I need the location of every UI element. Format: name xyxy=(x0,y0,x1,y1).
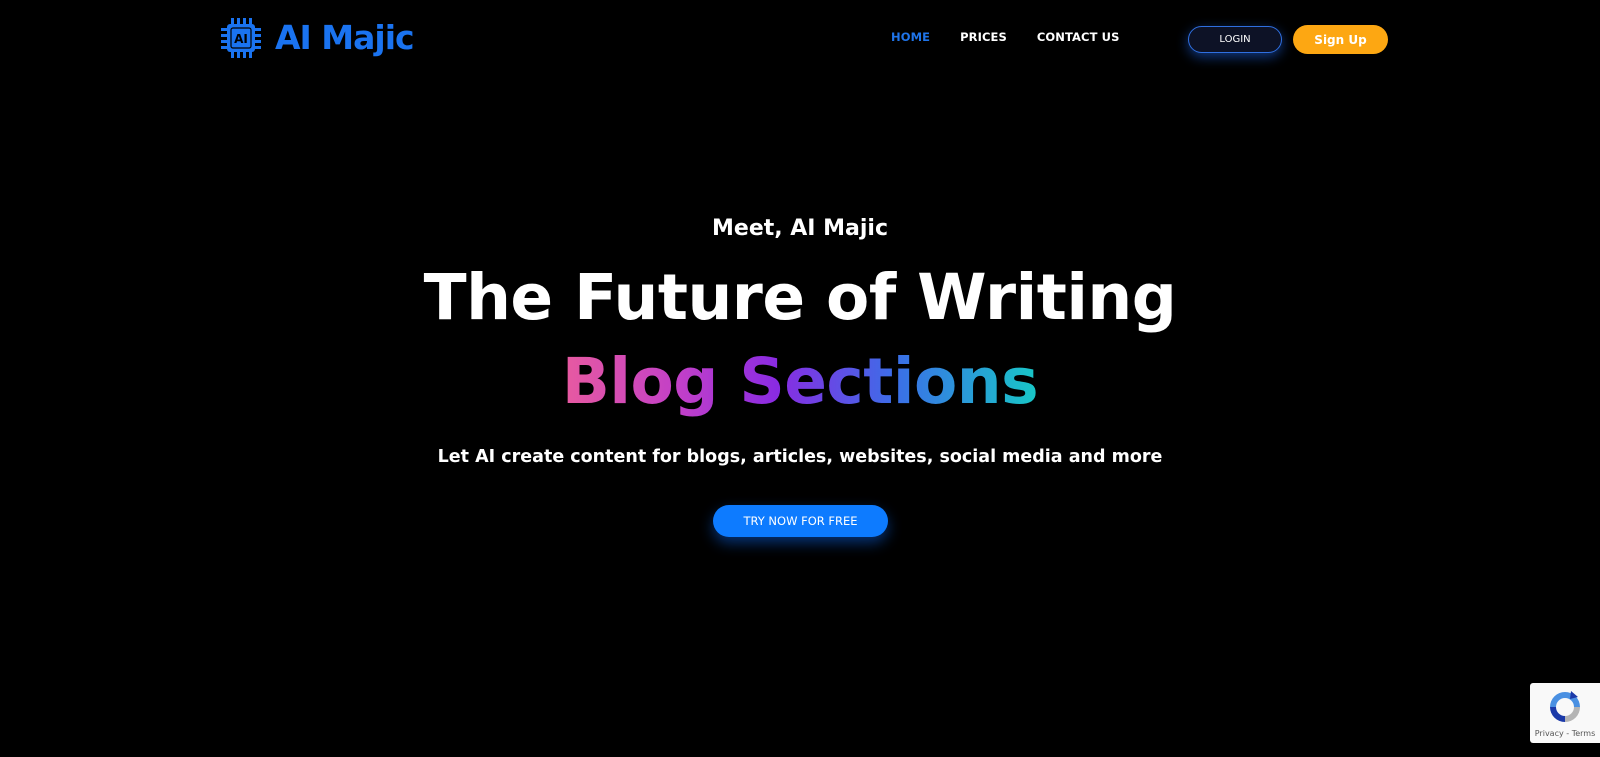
recaptcha-links[interactable]: Privacy - Terms xyxy=(1530,729,1600,738)
rotating-word: Blog Sections xyxy=(561,345,1039,418)
nav-home[interactable]: HOME xyxy=(891,30,930,44)
hero-rotating-text: Blog Sections xyxy=(0,342,1600,422)
chip-text: AI xyxy=(234,32,248,46)
cpu-chip-icon: AI xyxy=(221,18,261,58)
logo-text: AI Majic xyxy=(275,18,415,57)
hero-subline: Let AI create content for blogs, article… xyxy=(437,447,1163,467)
cpu-chip-graphic: AI xyxy=(221,18,261,58)
try-now-button[interactable]: TRY NOW FOR FREE xyxy=(713,505,888,537)
landing-page: AI AI Majic HOME PRICES CONTACT US LOGIN… xyxy=(0,0,1600,757)
signup-button[interactable]: Sign Up xyxy=(1293,25,1388,54)
recaptcha-badge[interactable]: Privacy - Terms xyxy=(1530,683,1600,743)
hero-eyebrow: Meet, AI Majic xyxy=(712,216,888,241)
nav-prices[interactable]: PRICES xyxy=(960,30,1007,44)
hero-headline: The Future of Writing xyxy=(423,261,1177,334)
nav-contact-us[interactable]: CONTACT US xyxy=(1037,30,1120,44)
site-logo[interactable]: AI AI Majic xyxy=(221,18,415,58)
main-nav: HOME PRICES CONTACT US xyxy=(891,30,1119,44)
recaptcha-icon xyxy=(1547,689,1583,725)
login-button[interactable]: LOGIN xyxy=(1188,26,1282,53)
